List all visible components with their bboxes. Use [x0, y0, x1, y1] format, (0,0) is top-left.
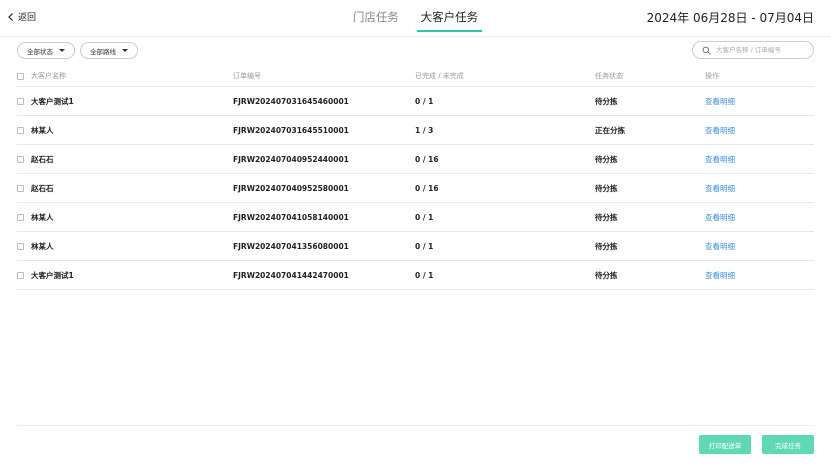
- task-status: 待分拣: [595, 183, 618, 193]
- caret-down-icon: [59, 49, 65, 52]
- progress-count: 1 / 3: [415, 125, 434, 135]
- table-header: 大客户名称 订单编号 已完成 / 未完成 任务状态 操作: [17, 66, 814, 87]
- customer-name: 林某人: [31, 241, 54, 251]
- customer-name: 林某人: [31, 212, 54, 222]
- row-checkbox[interactable]: [17, 155, 24, 163]
- row-checkbox[interactable]: [17, 213, 24, 221]
- header: 返回 门店任务 大客户任务 2024年 06月28日 - 07月04日: [0, 0, 831, 36]
- row-checkbox[interactable]: [17, 271, 24, 279]
- order-number: FJRW202407041442470001: [233, 270, 349, 280]
- table-row: 赵石石 FJRW202407040952580001 0 / 16 待分拣 查看明细: [17, 174, 814, 203]
- search-box[interactable]: [692, 41, 814, 59]
- customer-name: 赵石石: [31, 183, 54, 193]
- task-table: 大客户名称 订单编号 已完成 / 未完成 任务状态 操作 大客户测试1 FJRW2…: [17, 66, 814, 290]
- column-header-order-no: 订单编号: [233, 72, 261, 80]
- view-details-link[interactable]: 查看明细: [705, 212, 735, 223]
- column-header-customer: 大客户名称: [31, 72, 66, 80]
- order-number: FJRW202407040952440001: [233, 154, 349, 164]
- view-details-link[interactable]: 查看明细: [705, 96, 735, 107]
- table-row: 林某人 FJRW202407031645510001 1 / 3 正在分拣 查看明细: [17, 116, 814, 145]
- tab-store-tasks[interactable]: 门店任务: [349, 9, 403, 30]
- select-all-checkbox[interactable]: [17, 72, 24, 80]
- column-header-action: 操作: [705, 72, 719, 80]
- status-filter-dropdown[interactable]: 全部状态: [17, 42, 75, 59]
- search-icon: [702, 46, 711, 54]
- customer-name: 大客户测试1: [31, 96, 74, 106]
- table-row: 林某人 FJRW202407041058140001 0 / 1 待分拣 查看明细: [17, 203, 814, 232]
- progress-count: 0 / 1: [415, 241, 434, 251]
- task-status: 待分拣: [595, 96, 618, 106]
- row-checkbox[interactable]: [17, 184, 24, 192]
- progress-count: 0 / 16: [415, 183, 439, 193]
- caret-down-icon: [122, 49, 128, 52]
- date-range[interactable]: 2024年 06月28日 - 07月04日: [647, 9, 814, 26]
- order-number: FJRW202407041356080001: [233, 241, 349, 251]
- view-details-link[interactable]: 查看明细: [705, 154, 735, 165]
- tab-key-account-tasks[interactable]: 大客户任务: [416, 9, 483, 32]
- print-delivery-note-button[interactable]: 打印配送单: [699, 435, 751, 454]
- order-number: FJRW202407031645510001: [233, 125, 349, 135]
- task-status: 正在分拣: [595, 125, 625, 135]
- task-status: 待分拣: [595, 241, 618, 251]
- search-input[interactable]: [716, 46, 806, 54]
- table-row: 赵石石 FJRW202407040952440001 0 / 16 待分拣 查看明细: [17, 145, 814, 174]
- order-number: FJRW202407041058140001: [233, 212, 349, 222]
- task-status: 待分拣: [595, 270, 618, 280]
- order-number: FJRW202407040952580001: [233, 183, 349, 193]
- progress-count: 0 / 16: [415, 154, 439, 164]
- route-filter-dropdown[interactable]: 全部路线: [80, 42, 138, 59]
- task-status: 待分拣: [595, 212, 618, 222]
- progress-count: 0 / 1: [415, 96, 434, 106]
- status-filter-label: 全部状态: [27, 47, 53, 56]
- filter-bar: 全部状态 全部路线: [0, 36, 831, 66]
- view-details-link[interactable]: 查看明细: [705, 125, 735, 136]
- table-row: 大客户测试1 FJRW202407041442470001 0 / 1 待分拣 查看明细: [17, 261, 814, 290]
- table-row: 大客户测试1 FJRW202407031645460001 0 / 1 待分拣 查看明细: [17, 87, 814, 116]
- row-checkbox[interactable]: [17, 126, 24, 134]
- order-number: FJRW202407031645460001: [233, 96, 349, 106]
- view-details-link[interactable]: 查看明细: [705, 270, 735, 281]
- complete-task-button[interactable]: 完成任务: [762, 435, 814, 454]
- view-details-link[interactable]: 查看明细: [705, 183, 735, 194]
- progress-count: 0 / 1: [415, 212, 434, 222]
- task-status: 待分拣: [595, 154, 618, 164]
- column-header-progress: 已完成 / 未完成: [415, 72, 464, 80]
- row-checkbox[interactable]: [17, 242, 24, 250]
- customer-name: 赵石石: [31, 154, 54, 164]
- row-checkbox[interactable]: [17, 97, 24, 105]
- view-details-link[interactable]: 查看明细: [705, 241, 735, 252]
- customer-name: 林某人: [31, 125, 54, 135]
- table-row: 林某人 FJRW202407041356080001 0 / 1 待分拣 查看明细: [17, 232, 814, 261]
- column-header-status: 任务状态: [595, 72, 623, 80]
- progress-count: 0 / 1: [415, 270, 434, 280]
- route-filter-label: 全部路线: [90, 47, 116, 56]
- customer-name: 大客户测试1: [31, 270, 74, 280]
- footer-divider: [17, 425, 814, 426]
